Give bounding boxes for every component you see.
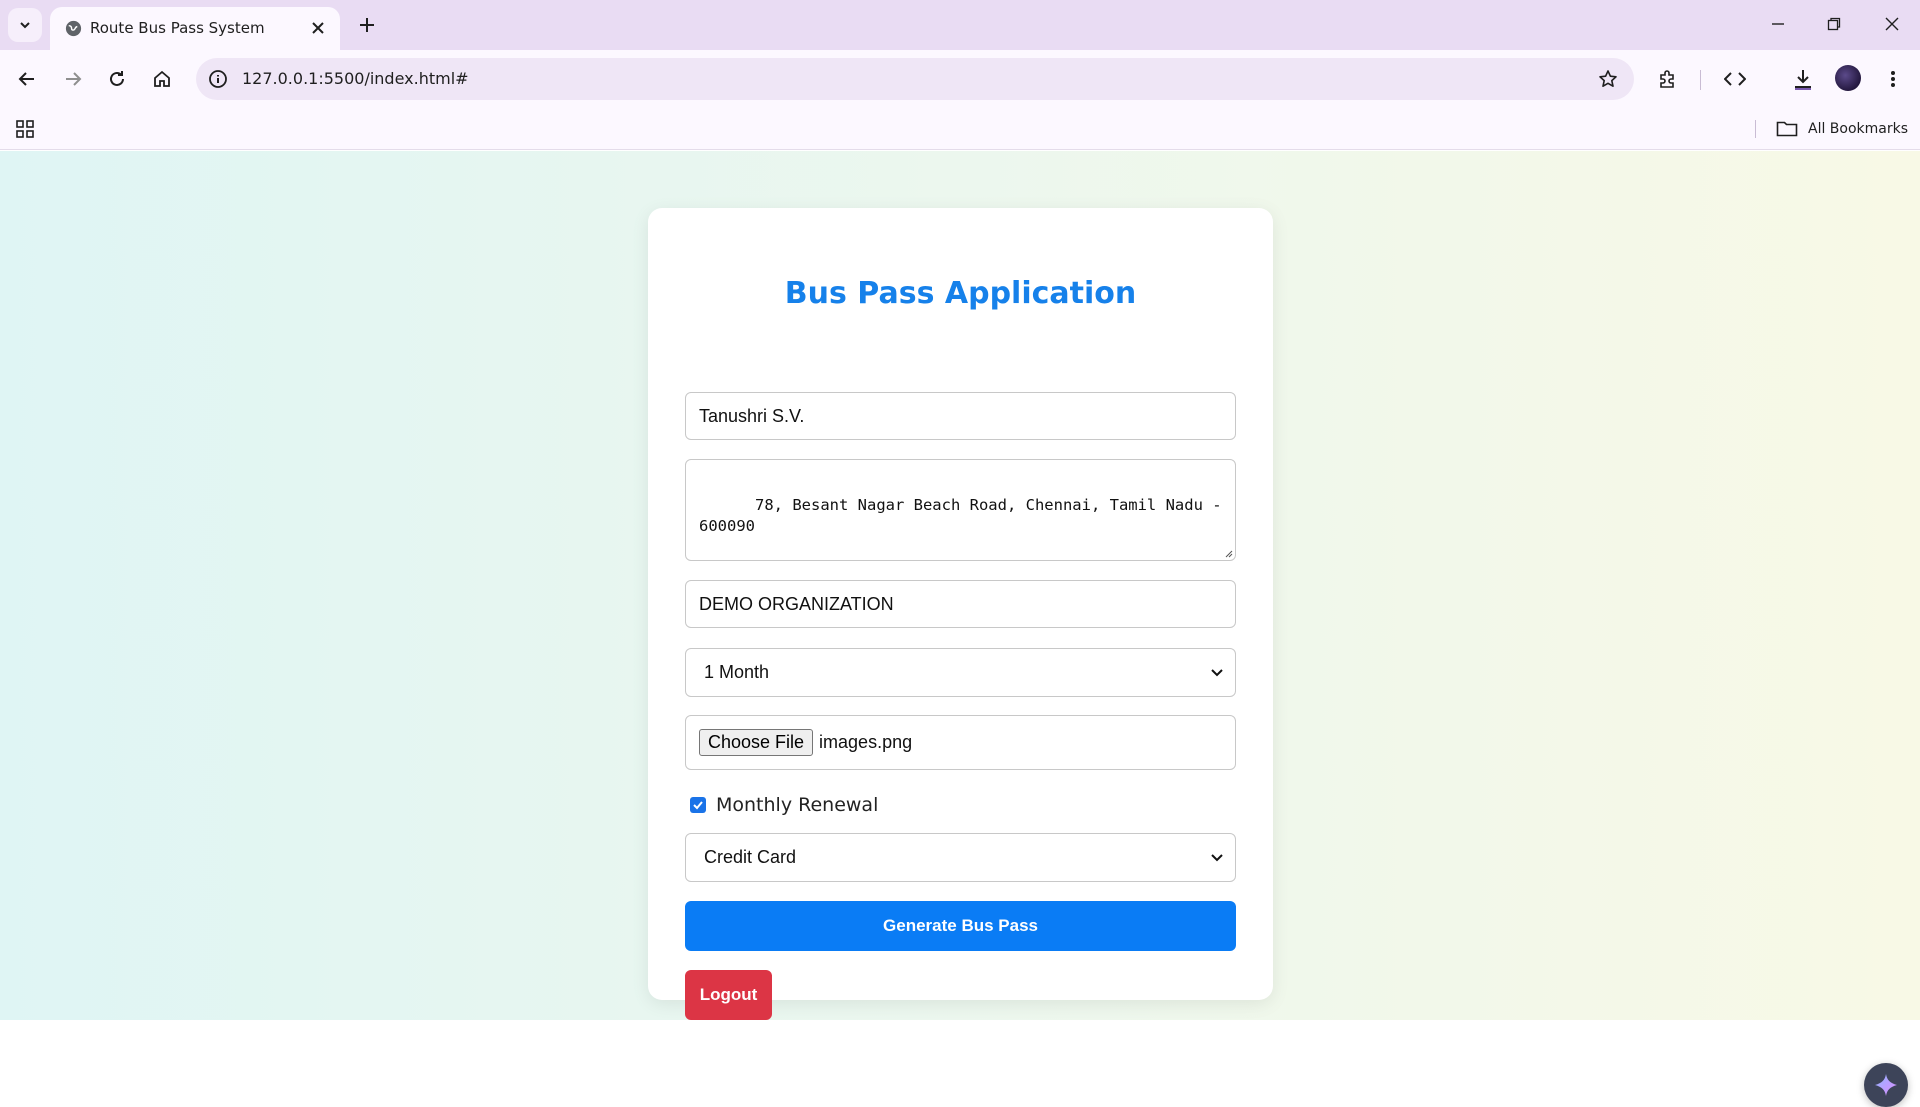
organization-input-value: DEMO ORGANIZATION bbox=[699, 594, 894, 614]
tab-title: Route Bus Pass System bbox=[90, 19, 265, 37]
browser-menu-button[interactable] bbox=[1876, 62, 1910, 96]
arrow-right-icon bbox=[66, 72, 82, 86]
minimize-button[interactable] bbox=[1758, 8, 1798, 40]
downloads-button[interactable] bbox=[1786, 62, 1820, 96]
home-button[interactable] bbox=[145, 62, 179, 96]
globe-icon bbox=[65, 20, 82, 37]
site-info-button[interactable] bbox=[206, 67, 230, 91]
code-icon bbox=[1724, 72, 1746, 86]
profile-avatar[interactable] bbox=[1835, 65, 1861, 91]
address-textarea-value: 78, Besant Nagar Beach Road, Chennai, Ta… bbox=[699, 496, 1231, 535]
toolbar-separator bbox=[1700, 70, 1701, 90]
minimize-icon bbox=[1772, 23, 1784, 25]
star-icon bbox=[1599, 70, 1617, 87]
arrow-left-icon bbox=[18, 72, 34, 86]
tab-bar: Route Bus Pass System bbox=[0, 0, 1920, 50]
checkmark-icon bbox=[693, 801, 703, 810]
download-icon bbox=[1795, 70, 1811, 90]
bookmark-star-button[interactable] bbox=[1596, 67, 1620, 91]
tab-close-button[interactable] bbox=[308, 18, 328, 38]
url-text: 127.0.0.1:5500/index.html# bbox=[242, 69, 469, 88]
restore-icon bbox=[1827, 17, 1841, 31]
more-vertical-icon bbox=[1891, 71, 1895, 87]
restore-button[interactable] bbox=[1814, 8, 1854, 40]
chevron-down-icon bbox=[20, 22, 30, 29]
name-input[interactable]: Tanushri S.V. bbox=[685, 392, 1236, 440]
monthly-renewal-label[interactable]: Monthly Renewal bbox=[716, 794, 878, 816]
reload-button[interactable] bbox=[100, 62, 134, 96]
bookmarks-bar: All Bookmarks bbox=[0, 108, 1920, 150]
reload-icon bbox=[110, 71, 124, 86]
back-button[interactable] bbox=[10, 62, 44, 96]
apps-button[interactable] bbox=[12, 116, 38, 142]
generate-bus-pass-button[interactable]: Generate Bus Pass bbox=[685, 901, 1236, 951]
chevron-down-icon bbox=[1209, 850, 1225, 866]
extensions-button[interactable] bbox=[1651, 62, 1685, 96]
grid-icon bbox=[16, 120, 34, 138]
bookmarks-separator bbox=[1755, 120, 1756, 138]
logout-button[interactable]: Logout bbox=[685, 970, 772, 1020]
tab-search-button[interactable] bbox=[8, 8, 42, 42]
photo-file-input[interactable]: Choose File images.png bbox=[685, 715, 1236, 770]
duration-select[interactable]: 1 Month bbox=[685, 648, 1236, 697]
forward-button[interactable] bbox=[56, 62, 90, 96]
all-bookmarks-button[interactable]: All Bookmarks bbox=[1776, 117, 1908, 141]
all-bookmarks-label: All Bookmarks bbox=[1808, 121, 1909, 137]
folder-icon bbox=[1776, 121, 1798, 137]
organization-input[interactable]: DEMO ORGANIZATION bbox=[685, 580, 1236, 628]
devtools-button[interactable] bbox=[1718, 62, 1752, 96]
close-window-button[interactable] bbox=[1872, 8, 1912, 40]
browser-toolbar: 127.0.0.1:5500/index.html# bbox=[0, 50, 1920, 108]
puzzle-icon bbox=[1660, 70, 1674, 88]
address-textarea[interactable]: 78, Besant Nagar Beach Road, Chennai, Ta… bbox=[685, 459, 1236, 561]
monthly-renewal-row[interactable]: Monthly Renewal bbox=[690, 790, 878, 820]
info-icon bbox=[209, 70, 227, 88]
payment-method-value: Credit Card bbox=[704, 847, 797, 867]
assistant-button[interactable] bbox=[1864, 1063, 1908, 1107]
name-input-value: Tanushri S.V. bbox=[699, 406, 805, 426]
plus-icon bbox=[360, 18, 374, 32]
chevron-down-icon bbox=[1209, 665, 1225, 681]
page-title: Bus Pass Application bbox=[784, 276, 1137, 311]
new-tab-button[interactable] bbox=[352, 10, 382, 40]
home-icon bbox=[154, 70, 170, 87]
application-card: Bus Pass Application Tanushri S.V. 78, B… bbox=[648, 208, 1273, 1020]
close-icon bbox=[1885, 17, 1899, 31]
payment-method-select[interactable]: Credit Card bbox=[685, 833, 1236, 882]
address-bar[interactable]: 127.0.0.1:5500/index.html# bbox=[196, 58, 1634, 100]
browser-tab[interactable]: Route Bus Pass System bbox=[50, 7, 340, 50]
page-background: Bus Pass Application Tanushri S.V. 78, B… bbox=[0, 151, 1920, 1107]
selected-file-name: images.png bbox=[819, 732, 913, 752]
close-icon bbox=[312, 22, 324, 34]
choose-file-button[interactable]: Choose File bbox=[699, 729, 814, 756]
monthly-renewal-checkbox[interactable] bbox=[690, 797, 706, 813]
duration-select-value: 1 Month bbox=[704, 662, 770, 682]
sparkle-icon bbox=[1875, 1074, 1897, 1096]
resize-grip-icon[interactable] bbox=[1223, 548, 1233, 558]
